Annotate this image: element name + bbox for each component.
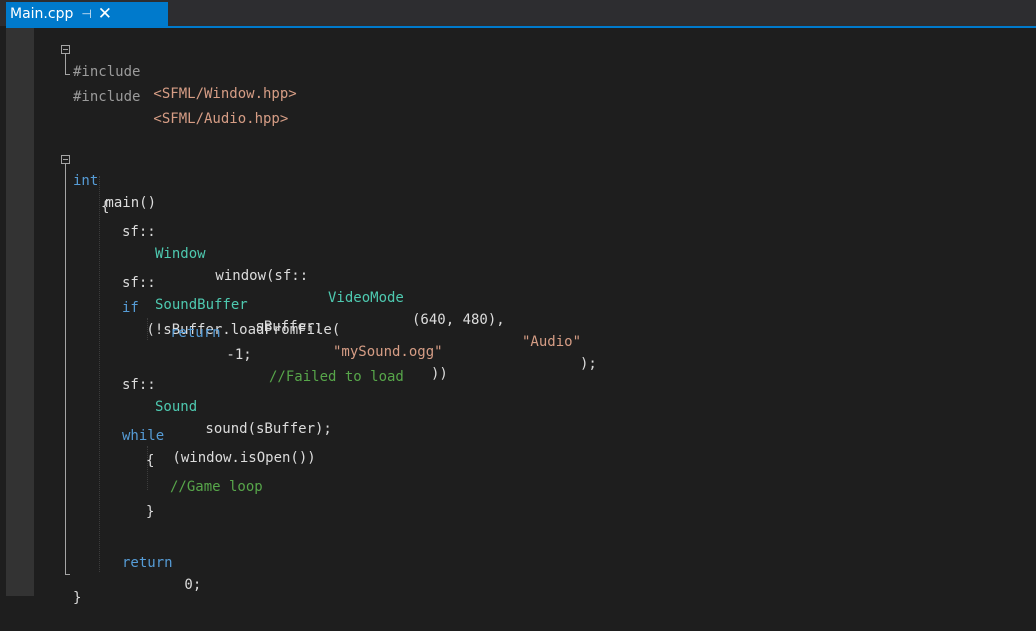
code-token: int — [73, 173, 99, 189]
code-token: while — [122, 428, 165, 444]
code-line: return -1; //Failed to load — [6, 300, 404, 385]
code-token: -1; — [218, 347, 261, 363]
code-line: { — [6, 174, 109, 215]
code-line: return 0; — [6, 530, 201, 593]
code-token: if — [122, 300, 139, 316]
code-line: sf:: SoundBuffer sBuffer; — [6, 250, 323, 335]
editor-window: Main.cpp ⊣ ✕ #include <SFML/Window.hpp> … — [0, 0, 1036, 606]
code-token: window(sf:: — [207, 268, 309, 284]
document-tab-strip: Main.cpp ⊣ ✕ — [0, 0, 1036, 26]
code-token: return — [122, 555, 173, 571]
code-line: } — [6, 565, 81, 606]
code-line: int main() — [6, 148, 156, 211]
code-token: { — [146, 453, 155, 469]
code-line: sf:: Sound sound(sBuffer); — [6, 352, 332, 437]
code-token: <SFML/Window.hpp> — [145, 86, 297, 102]
code-line: while (window.isOpen()) — [6, 403, 316, 466]
code-line: #include <SFML/Window.hpp> — [6, 39, 297, 102]
code-token: sf:: — [122, 377, 156, 393]
code-token: ); — [580, 356, 597, 372]
code-line: } — [6, 479, 154, 520]
code-token: return — [170, 325, 221, 341]
code-line: if (!sBuffer.loadFromFile( "mySound.ogg"… — [6, 275, 448, 382]
code-token: #include — [73, 64, 141, 80]
code-token: sf:: — [122, 275, 156, 291]
code-line: //Game loop — [6, 454, 263, 495]
code-token: Window — [155, 246, 206, 262]
code-token: //Game loop — [170, 479, 263, 495]
code-token: (!sBuffer.loadFromFile( — [138, 322, 341, 338]
code-token: Sound — [155, 399, 198, 415]
code-token: } — [146, 504, 155, 520]
code-token: { — [101, 199, 110, 215]
code-token: sf:: — [122, 224, 156, 240]
code-token: #include — [73, 89, 141, 105]
code-line: sf:: Window window(sf:: VideoMode (640, … — [6, 199, 597, 372]
code-token: "Audio" — [522, 334, 582, 350]
code-token: (window.isOpen()) — [164, 450, 316, 466]
code-token: (640, 480), — [412, 312, 514, 328]
tab-title: Main.cpp — [10, 6, 74, 22]
code-text[interactable]: #include <SFML/Window.hpp> #include <SFM… — [6, 28, 1036, 606]
code-token: sound(sBuffer); — [197, 421, 332, 437]
close-icon[interactable]: ✕ — [98, 5, 112, 23]
code-token: } — [73, 590, 82, 606]
code-token: //Failed to load — [269, 369, 404, 385]
code-token: <SFML/Audio.hpp> — [145, 111, 289, 127]
code-token: 0; — [176, 577, 202, 593]
pin-icon[interactable]: ⊣ — [81, 7, 91, 21]
tab-main-cpp[interactable]: Main.cpp ⊣ ✕ — [6, 2, 168, 26]
code-token: "mySound.ogg" — [333, 344, 443, 360]
code-token: VideoMode — [328, 290, 404, 306]
code-editor[interactable]: #include <SFML/Window.hpp> #include <SFM… — [6, 28, 1036, 606]
code-token: )) — [431, 366, 448, 382]
code-token: SoundBuffer — [155, 297, 248, 313]
code-line: #include <SFML/Audio.hpp> — [6, 64, 288, 127]
code-line: { — [6, 428, 154, 469]
